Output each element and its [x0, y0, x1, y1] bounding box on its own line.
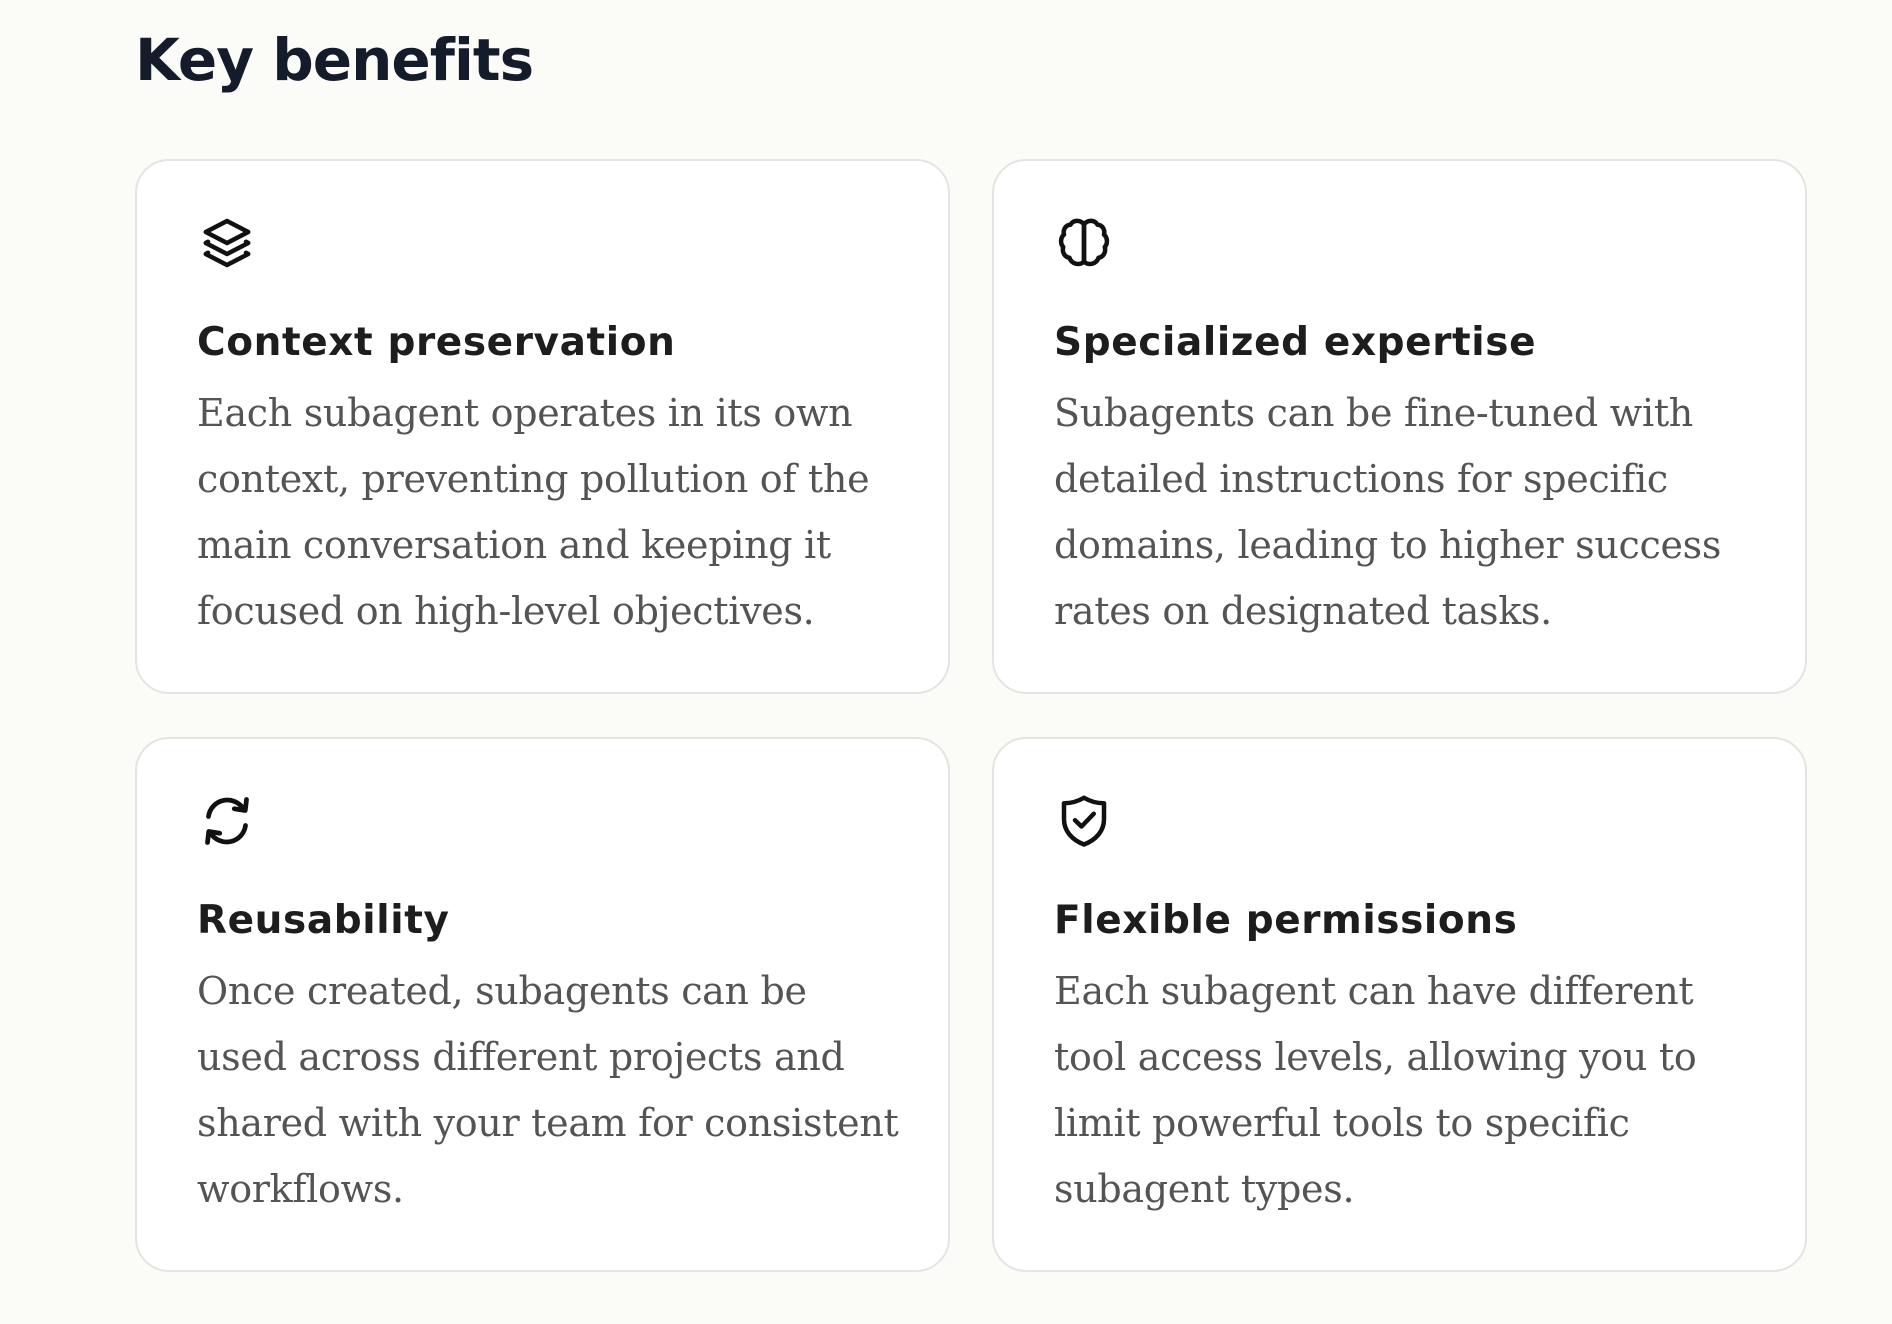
benefit-card-flexible-permissions: Flexible permissions Each subagent can h… [992, 737, 1807, 1272]
benefit-card-specialized-expertise: Specialized expertise Subagents can be f… [992, 159, 1807, 694]
card-description: Once created, subagents can be used acro… [197, 969, 899, 1211]
card-description: Each subagent operates in its own contex… [197, 391, 870, 633]
benefits-grid: Context preservation Each subagent opera… [135, 159, 1807, 1272]
benefit-card-reusability: Reusability Once created, subagents can … [135, 737, 950, 1272]
card-title: Specialized expertise [1054, 320, 1537, 365]
card-description: Subagents can be fine-tuned with detaile… [1054, 391, 1722, 633]
card-description: Each subagent can have different tool ac… [1054, 969, 1697, 1211]
section-title: Key benefits [135, 26, 534, 94]
card-title: Flexible permissions [1054, 898, 1518, 943]
card-title: Context preservation [197, 320, 676, 365]
shield-check-icon [1054, 791, 1114, 851]
refresh-icon [197, 791, 257, 851]
brain-icon [1054, 213, 1114, 273]
layers-icon [197, 213, 257, 273]
benefit-card-context-preservation: Context preservation Each subagent opera… [135, 159, 950, 694]
card-title: Reusability [197, 898, 450, 943]
